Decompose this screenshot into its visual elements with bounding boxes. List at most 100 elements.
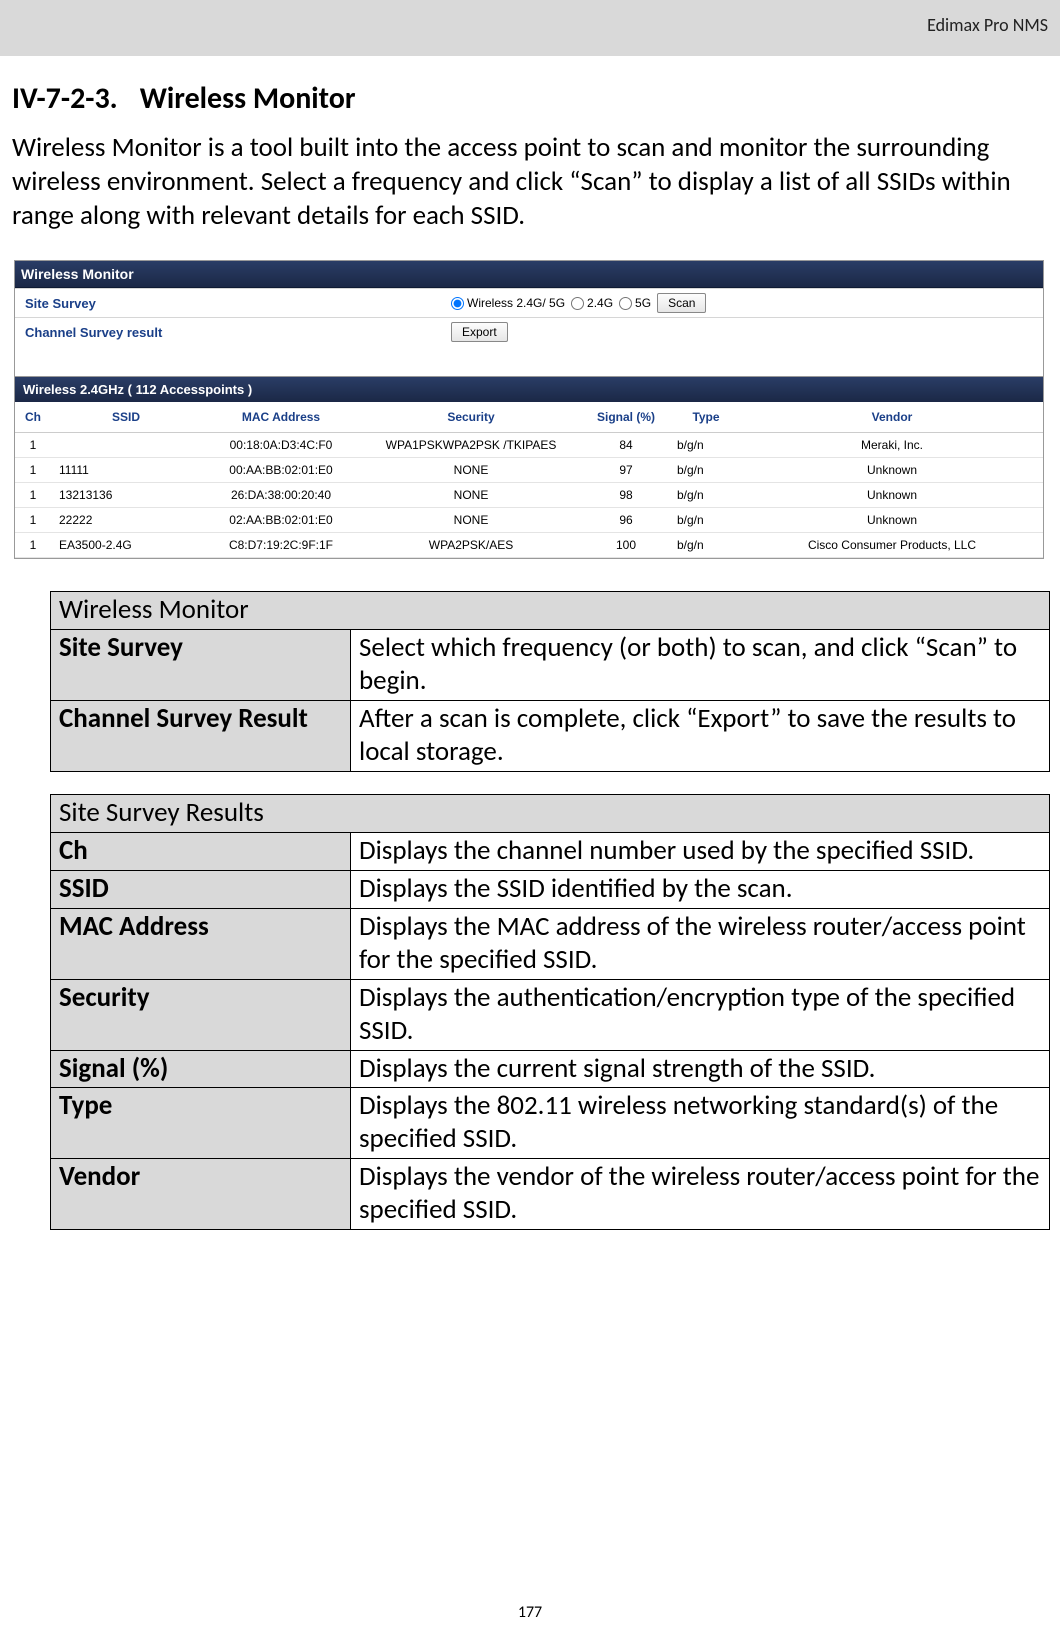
cell-ssid: 22222 (51, 508, 201, 533)
cell-security: NONE (361, 458, 581, 483)
desc-key: Type (51, 1088, 351, 1159)
desc-value: Displays the 802.11 wireless networking … (351, 1088, 1050, 1159)
table-row: 1EA3500-2.4GC8:D7:19:2C:9F:1FWPA2PSK/AES… (15, 533, 1043, 558)
col-sec: Security (361, 402, 581, 433)
cell-signal: 100 (581, 533, 671, 558)
desc-value: After a scan is complete, click “Export”… (351, 701, 1050, 772)
cell-vendor: Unknown (741, 483, 1043, 508)
freq-option-both[interactable]: Wireless 2.4G/ 5G (451, 296, 565, 310)
table-row: SecurityDisplays the authentication/encr… (51, 979, 1050, 1050)
table-row: Site SurveySelect which frequency (or bo… (51, 630, 1050, 701)
cell-vendor: Unknown (741, 508, 1043, 533)
scan-button[interactable]: Scan (657, 293, 706, 313)
brand-label: Edimax Pro NMS (927, 14, 1048, 36)
header-bar (0, 0, 1060, 56)
cell-type: b/g/n (671, 483, 741, 508)
desc1-header: Wireless Monitor (51, 592, 1050, 630)
results-table: Ch SSID MAC Address Security Signal (%) … (15, 402, 1043, 558)
col-ssid: SSID (51, 402, 201, 433)
freq-label-24g: 2.4G (587, 296, 613, 310)
channel-survey-label: Channel Survey result (15, 319, 445, 346)
cell-ssid: 13213136 (51, 483, 201, 508)
cell-mac: C8:D7:19:2C:9F:1F (201, 533, 361, 558)
table-row: MAC AddressDisplays the MAC address of t… (51, 908, 1050, 979)
results-header-row: Ch SSID MAC Address Security Signal (%) … (15, 402, 1043, 433)
freq-label-5g: 5G (635, 296, 651, 310)
table-row: 12222202:AA:BB:02:01:E0NONE96b/g/nUnknow… (15, 508, 1043, 533)
cell-ch: 1 (15, 458, 51, 483)
intro-paragraph: Wireless Monitor is a tool built into th… (12, 131, 1048, 232)
freq-option-24g[interactable]: 2.4G (571, 296, 613, 310)
cell-signal: 96 (581, 508, 671, 533)
desc-key: Signal (%) (51, 1050, 351, 1088)
cell-ch: 1 (15, 533, 51, 558)
table-row: 11111100:AA:BB:02:01:E0NONE97b/g/nUnknow… (15, 458, 1043, 483)
cell-type: b/g/n (671, 458, 741, 483)
cell-security: NONE (361, 483, 581, 508)
cell-vendor: Cisco Consumer Products, LLC (741, 533, 1043, 558)
desc-key: Channel Survey Result (51, 701, 351, 772)
desc2-header: Site Survey Results (51, 794, 1050, 832)
cell-ssid (51, 433, 201, 458)
cell-mac: 00:AA:BB:02:01:E0 (201, 458, 361, 483)
channel-survey-row: Channel Survey result Export (15, 317, 1043, 346)
table-row: 1 00:18:0A:D3:4C:F0WPA1PSKWPA2PSK /TKIPAE… (15, 433, 1043, 458)
table-row: ChDisplays the channel number used by th… (51, 832, 1050, 870)
desc-value: Displays the channel number used by the … (351, 832, 1050, 870)
table-row: SSIDDisplays the SSID identified by the … (51, 870, 1050, 908)
freq-radio-24g[interactable] (571, 297, 584, 310)
cell-mac: 26:DA:38:00:20:40 (201, 483, 361, 508)
wireless-monitor-panel: Wireless Monitor Site Survey Wireless 2.… (14, 260, 1044, 559)
freq-radio-both[interactable] (451, 297, 464, 310)
freq-label-both: Wireless 2.4G/ 5G (467, 296, 565, 310)
col-ch: Ch (15, 402, 51, 433)
desc-key: SSID (51, 870, 351, 908)
cell-mac: 00:18:0A:D3:4C:F0 (201, 433, 361, 458)
desc-key: Security (51, 979, 351, 1050)
desc-key: MAC Address (51, 908, 351, 979)
col-mac: MAC Address (201, 402, 361, 433)
col-type: Type (671, 402, 741, 433)
table-row: VendorDisplays the vendor of the wireles… (51, 1159, 1050, 1230)
desc-value: Select which frequency (or both) to scan… (351, 630, 1050, 701)
cell-security: WPA2PSK/AES (361, 533, 581, 558)
table-row: TypeDisplays the 802.11 wireless network… (51, 1088, 1050, 1159)
cell-signal: 98 (581, 483, 671, 508)
cell-signal: 97 (581, 458, 671, 483)
freq-option-5g[interactable]: 5G (619, 296, 651, 310)
section-title-text: Wireless Monitor (140, 80, 356, 117)
cell-ssid: EA3500-2.4G (51, 533, 201, 558)
desc-value: Displays the MAC address of the wireless… (351, 908, 1050, 979)
cell-security: WPA1PSKWPA2PSK /TKIPAES (361, 433, 581, 458)
table-row: 11321313626:DA:38:00:20:40NONE98b/g/nUnk… (15, 483, 1043, 508)
desc-value: Displays the vendor of the wireless rout… (351, 1159, 1050, 1230)
desc-table-site-survey-results: Site Survey Results ChDisplays the chann… (50, 794, 1050, 1230)
cell-ch: 1 (15, 508, 51, 533)
table-row: Channel Survey ResultAfter a scan is com… (51, 701, 1050, 772)
site-survey-label: Site Survey (15, 290, 445, 317)
cell-signal: 84 (581, 433, 671, 458)
page-number: 177 (0, 1603, 1060, 1622)
cell-ch: 1 (15, 433, 51, 458)
desc-value: Displays the current signal strength of … (351, 1050, 1050, 1088)
cell-type: b/g/n (671, 433, 741, 458)
cell-ch: 1 (15, 483, 51, 508)
freq-radio-5g[interactable] (619, 297, 632, 310)
results-titlebar: Wireless 2.4GHz ( 112 Accesspoints ) (15, 376, 1043, 402)
desc-value: Displays the SSID identified by the scan… (351, 870, 1050, 908)
cell-security: NONE (361, 508, 581, 533)
desc-value: Displays the authentication/encryption t… (351, 979, 1050, 1050)
cell-mac: 02:AA:BB:02:01:E0 (201, 508, 361, 533)
cell-vendor: Unknown (741, 458, 1043, 483)
cell-type: b/g/n (671, 508, 741, 533)
section-number: IV-7-2-3. (12, 80, 118, 117)
table-row: Signal (%)Displays the current signal st… (51, 1050, 1050, 1088)
cell-ssid: 11111 (51, 458, 201, 483)
panel-titlebar: Wireless Monitor (15, 261, 1043, 288)
export-button[interactable]: Export (451, 322, 508, 342)
cell-vendor: Meraki, Inc. (741, 433, 1043, 458)
site-survey-row: Site Survey Wireless 2.4G/ 5G 2.4G 5G Sc… (15, 288, 1043, 317)
col-signal: Signal (%) (581, 402, 671, 433)
section-heading: IV-7-2-3. Wireless Monitor (12, 80, 1048, 117)
desc-key: Vendor (51, 1159, 351, 1230)
